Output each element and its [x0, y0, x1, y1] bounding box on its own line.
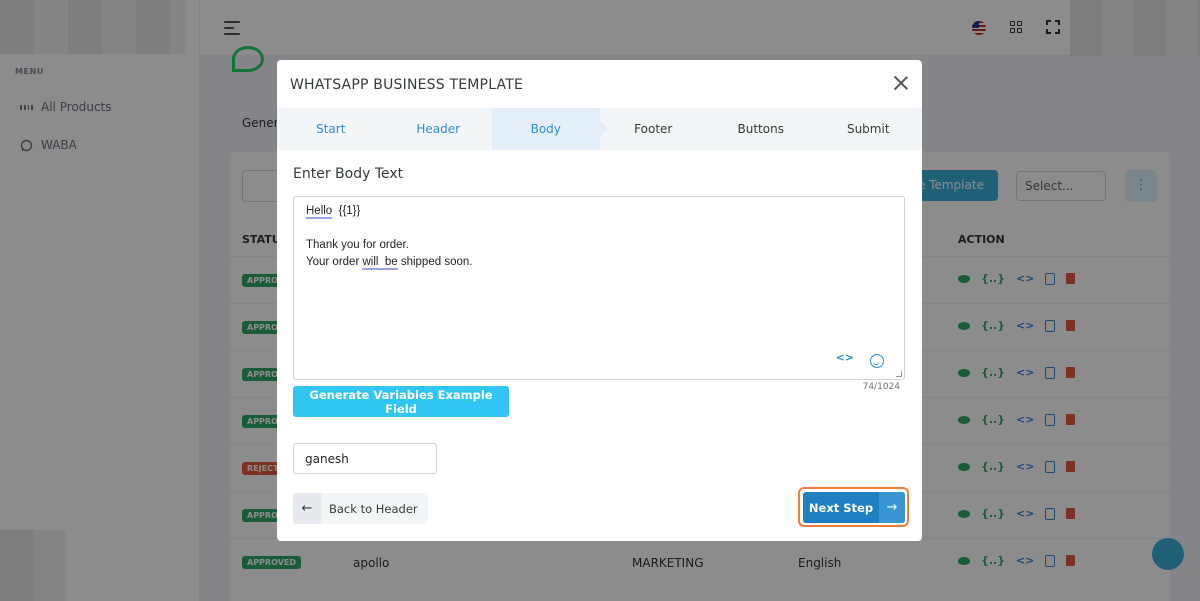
next-step-highlight: Next Step →: [798, 487, 909, 527]
generate-variables-button[interactable]: Generate Variables Example Field: [293, 386, 509, 417]
modal-title: WHATSAPP BUSINESS TEMPLATE: [290, 77, 524, 93]
step-start[interactable]: Start: [277, 108, 385, 150]
char-counter: 74/1024: [862, 382, 900, 392]
next-step-button[interactable]: Next Step →: [803, 492, 905, 523]
emoji-icon[interactable]: [870, 354, 884, 368]
body-line-3: Your order will be shipped soon.: [306, 256, 473, 270]
step-footer[interactable]: Footer: [600, 108, 708, 150]
back-button-label: Back to Header: [329, 501, 418, 516]
arrow-left-icon: ←: [293, 493, 321, 524]
step-submit[interactable]: Submit: [815, 108, 923, 150]
body-text-label: Enter Body Text: [293, 166, 404, 182]
next-button-label: Next Step: [808, 500, 874, 515]
step-header[interactable]: Header: [385, 108, 493, 150]
wizard-steps: Start Header Body Footer Buttons Submit: [277, 108, 922, 150]
body-line-1: Hello {{1}}: [306, 205, 361, 219]
body-line-2: Thank you for order.: [306, 239, 409, 251]
template-modal: WHATSAPP BUSINESS TEMPLATE Start Header …: [277, 60, 922, 541]
close-icon[interactable]: [892, 74, 910, 92]
body-text-input[interactable]: Hello {{1}} Thank you for order. Your or…: [293, 196, 905, 380]
resize-handle[interactable]: [896, 371, 902, 377]
variable-example-input[interactable]: [293, 443, 437, 474]
back-to-header-button[interactable]: ← Back to Header: [293, 493, 428, 524]
step-body[interactable]: Body: [492, 108, 607, 150]
insert-variable-code-icon[interactable]: <>: [836, 351, 854, 364]
step-buttons[interactable]: Buttons: [707, 108, 815, 150]
arrow-right-icon: →: [879, 492, 905, 523]
